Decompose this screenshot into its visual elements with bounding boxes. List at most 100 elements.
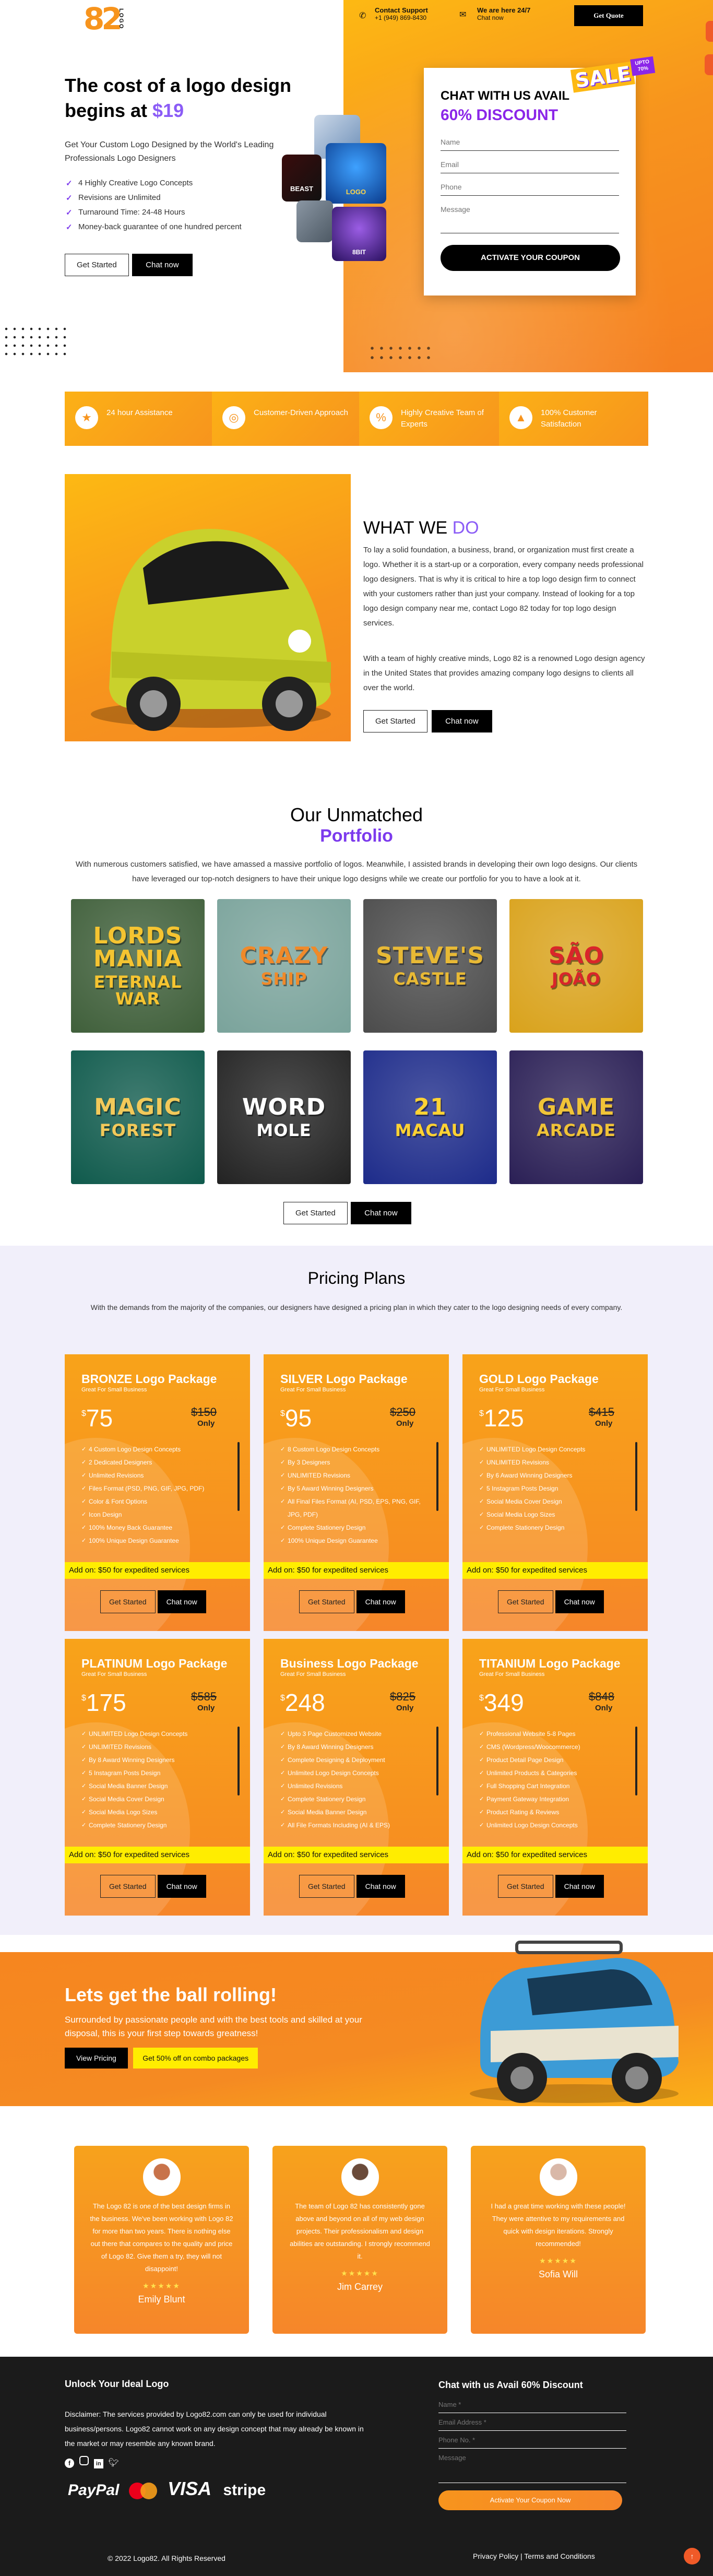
- hero-chat-now-button[interactable]: Chat now: [132, 254, 193, 276]
- footer-phone-input[interactable]: [438, 2431, 626, 2449]
- pricing-get-started-button[interactable]: Get Started: [299, 1590, 354, 1613]
- hero-get-started-button[interactable]: Get Started: [65, 254, 129, 276]
- side-tab-mid[interactable]: [705, 54, 713, 75]
- form-email-input[interactable]: [441, 154, 619, 173]
- activate-coupon-button[interactable]: ACTIVATE YOUR COUPON: [441, 245, 620, 271]
- pricing-feature: 5 Instagram Posts Design: [479, 1482, 625, 1495]
- stripe-logo: stripe: [223, 2482, 266, 2499]
- pricing-current-price: $248: [280, 1687, 325, 1718]
- hero-title: The cost of a logo design begins at $19: [65, 73, 291, 123]
- what-we-do-get-started[interactable]: Get Started: [363, 710, 427, 732]
- portfolio-logo-tile[interactable]: MAGIC FOREST: [71, 1050, 205, 1184]
- pricing-current-price: $75: [81, 1402, 113, 1434]
- portfolio-logo-line2: MACAU: [395, 1120, 466, 1140]
- pricing-get-started-button[interactable]: Get Started: [498, 1590, 553, 1613]
- mastercard-logo: [128, 2483, 158, 2500]
- pricing-chat-now-button[interactable]: Chat now: [555, 1875, 604, 1898]
- pricing-feature: UNLIMITED Revisions: [280, 1469, 426, 1482]
- pricing-feature: UNLIMITED Revisions: [479, 1456, 625, 1469]
- feature-card: ◎ Customer-Driven Approach: [212, 392, 361, 446]
- target-icon: ◎: [222, 406, 245, 429]
- combo-offer-button[interactable]: Get 50% off on combo packages: [133, 2048, 258, 2069]
- form-discount: 60% DISCOUNT: [441, 107, 558, 124]
- portfolio-description: With numerous customers satisfied, we ha…: [75, 860, 638, 883]
- pricing-actions: Get Started Chat now: [100, 1875, 208, 1898]
- pricing-feature: Complete Stationery Design: [280, 1521, 426, 1534]
- portfolio-logo-tile[interactable]: CRAZY SHIP: [217, 899, 351, 1033]
- side-tab-top[interactable]: [706, 21, 713, 42]
- pricing-card: SILVER Logo Package Great For Small Busin…: [264, 1354, 449, 1631]
- pricing-get-started-button[interactable]: Get Started: [498, 1875, 553, 1898]
- footer-email-input[interactable]: [438, 2413, 626, 2431]
- pricing-feature: UNLIMITED Logo Design Concepts: [479, 1443, 625, 1456]
- pricing-scrollbar[interactable]: [635, 1727, 637, 1795]
- footer-coupon-button[interactable]: Activate Your Coupon Now: [438, 2490, 622, 2510]
- pricing-feature-list: 4 Custom Logo Design Concepts2 Dedicated…: [81, 1443, 228, 1547]
- pricing-price-row: $175 $585 Only: [81, 1687, 233, 1719]
- pricing-price-value: 125: [483, 1404, 524, 1432]
- linkedin-icon[interactable]: in: [93, 2459, 103, 2468]
- portfolio-logo-tile[interactable]: STEVE'S CASTLE: [363, 899, 497, 1033]
- pricing-feature: Social Media Cover Design: [81, 1793, 228, 1806]
- footer-message-input[interactable]: [438, 2449, 626, 2483]
- portfolio-logo-line2: FOREST: [99, 1120, 176, 1140]
- form-name-input[interactable]: [441, 132, 619, 151]
- pricing-feature-list: Upto 3 Page Customized WebsiteBy 8 Award…: [280, 1728, 426, 1832]
- chat-sub: Chat now: [477, 14, 504, 21]
- pricing-feature: 100% Unique Design Guarantee: [280, 1534, 426, 1547]
- support-title: Contact Support: [375, 6, 428, 14]
- chat-icon: ✉: [459, 10, 467, 19]
- form-phone-input[interactable]: [441, 176, 619, 196]
- brand-logo-digits: 82: [84, 1, 123, 37]
- currency-symbol: $: [280, 1409, 285, 1418]
- footer-name-input[interactable]: [438, 2395, 626, 2413]
- pricing-chat-now-button[interactable]: Chat now: [356, 1875, 405, 1898]
- pricing-get-started-button[interactable]: Get Started: [100, 1590, 156, 1613]
- portfolio-chat-now[interactable]: Chat now: [351, 1202, 411, 1224]
- pricing-chat-now-button[interactable]: Chat now: [356, 1590, 405, 1613]
- twitter-icon[interactable]: 🐦︎: [109, 2457, 119, 2468]
- pricing-feature-list: Professional Website 5-8 PagesCMS (Wordp…: [479, 1728, 625, 1832]
- pricing-card: GOLD Logo Package Great For Small Busines…: [462, 1354, 648, 1631]
- portfolio-get-started[interactable]: Get Started: [283, 1202, 348, 1224]
- pricing-chat-now-button[interactable]: Chat now: [157, 1875, 206, 1898]
- contact-support[interactable]: ✆ Contact Support +1 (949) 869-8430: [359, 6, 428, 21]
- cta-text: Surrounded by passionate people and with…: [65, 2015, 362, 2038]
- scroll-top-button[interactable]: ↑: [684, 2548, 700, 2565]
- pricing-chat-now-button[interactable]: Chat now: [157, 1590, 206, 1613]
- get-quote-button[interactable]: Get Quote: [574, 5, 643, 26]
- portfolio-logo-tile[interactable]: 21 MACAU: [363, 1050, 497, 1184]
- portfolio-logo-tile[interactable]: SÃO JOÃO: [509, 899, 643, 1033]
- pricing-scrollbar[interactable]: [635, 1442, 637, 1511]
- pricing-chat-now-button[interactable]: Chat now: [555, 1590, 604, 1613]
- feature-label: Highly Creative Team of Experts: [401, 408, 484, 429]
- footer-policy-links[interactable]: Privacy Policy | Terms and Conditions: [473, 2552, 595, 2560]
- pricing-get-started-button[interactable]: Get Started: [100, 1875, 156, 1898]
- sale-badge-text: SALE: [570, 61, 635, 93]
- pricing-card: Business Logo Package Great For Small Bus…: [264, 1639, 449, 1916]
- pricing-feature: All File Formats Including (AI & EPS): [280, 1819, 426, 1832]
- pricing-scrollbar[interactable]: [436, 1442, 438, 1511]
- view-pricing-button[interactable]: View Pricing: [65, 2048, 128, 2069]
- pricing-feature: UNLIMITED Revisions: [81, 1741, 228, 1754]
- portfolio-logo-tile[interactable]: WORD MOLE: [217, 1050, 351, 1184]
- dots-decoration: [2, 325, 70, 356]
- instagram-icon[interactable]: [79, 2456, 89, 2465]
- pricing-scrollbar[interactable]: [237, 1442, 240, 1511]
- pricing-get-started-button[interactable]: Get Started: [299, 1875, 354, 1898]
- portfolio-logo-tile[interactable]: LORDS MANIA ETERNAL WAR: [71, 899, 205, 1033]
- portfolio-logo-tile[interactable]: GAME ARCADE: [509, 1050, 643, 1184]
- brand-logo[interactable]: 82 LOGO: [84, 1, 124, 41]
- what-we-do-chat-now[interactable]: Chat now: [432, 710, 492, 732]
- feature-label: 24 hour Assistance: [106, 408, 173, 417]
- pricing-feature: Social Media Banner Design: [280, 1806, 426, 1819]
- chat-support[interactable]: ✉ We are here 24/7 Chat now: [459, 6, 530, 21]
- pricing-scrollbar[interactable]: [436, 1727, 438, 1795]
- pricing-scrollbar[interactable]: [237, 1727, 240, 1795]
- hero-title-price: $19: [152, 100, 184, 121]
- pricing-feature: Files Format (PSD, PNG, GIF, JPG, PDF): [81, 1482, 228, 1495]
- pricing-price-value: 75: [86, 1404, 113, 1432]
- facebook-icon[interactable]: f: [65, 2459, 74, 2468]
- form-message-input[interactable]: [441, 199, 619, 233]
- pricing-plan-tag: Great For Small Business: [81, 1671, 147, 1677]
